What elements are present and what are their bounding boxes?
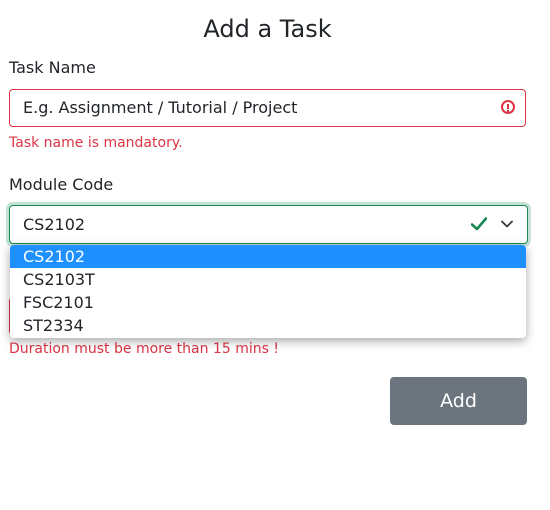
duration-error: Duration must be more than 15 mins ! bbox=[9, 341, 279, 357]
error-circle-icon bbox=[501, 100, 515, 114]
chevron-down-icon[interactable] bbox=[501, 219, 513, 229]
add-task-form: Add a Task Task Name E.g. Assignment / T… bbox=[0, 0, 550, 510]
module-code-value: CS2102 bbox=[23, 215, 86, 234]
module-code-label: Module Code bbox=[9, 175, 114, 194]
dropdown-option[interactable]: FSC2101 bbox=[10, 291, 526, 314]
task-name-input[interactable]: E.g. Assignment / Tutorial / Project bbox=[9, 89, 526, 127]
dropdown-option[interactable]: ST2334 bbox=[10, 314, 526, 337]
task-name-placeholder: E.g. Assignment / Tutorial / Project bbox=[23, 98, 298, 117]
page-title: Add a Task bbox=[203, 15, 332, 43]
task-name-label: Task Name bbox=[9, 58, 96, 77]
task-name-error: Task name is mandatory. bbox=[9, 135, 183, 151]
dropdown-option[interactable]: CS2102 bbox=[10, 245, 526, 268]
dropdown-option[interactable]: CS2103T bbox=[10, 268, 526, 291]
module-code-select[interactable]: CS2102 bbox=[9, 205, 528, 244]
add-button[interactable]: Add bbox=[390, 377, 527, 425]
check-icon bbox=[471, 217, 487, 231]
module-code-dropdown: CS2102 CS2103T FSC2101 ST2334 bbox=[10, 245, 526, 338]
